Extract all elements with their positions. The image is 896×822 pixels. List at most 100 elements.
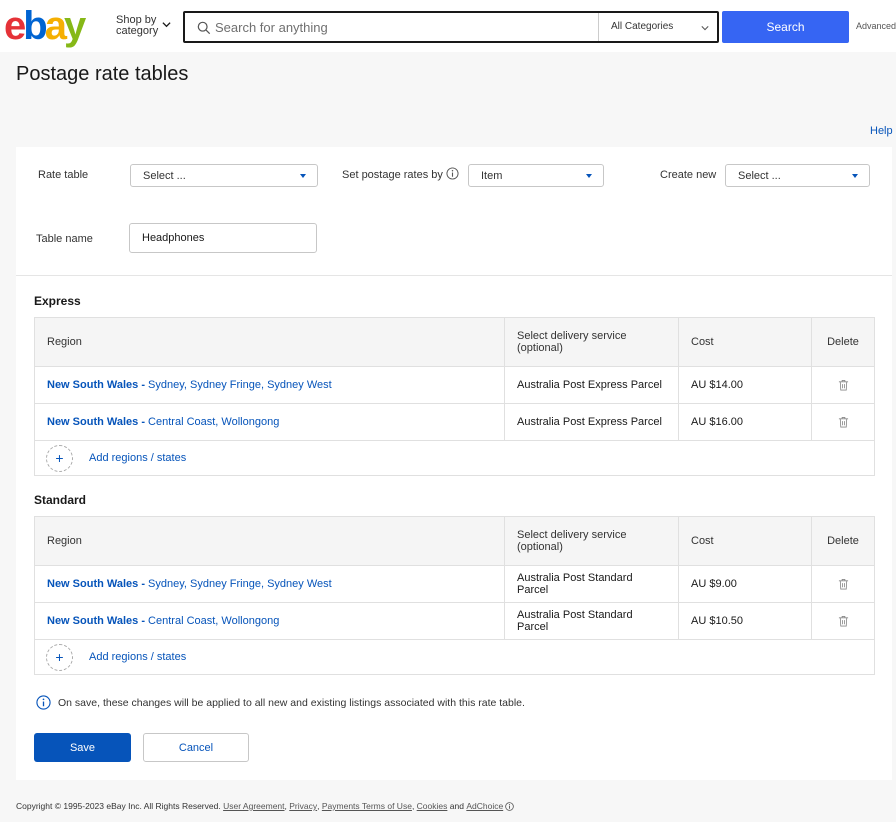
create-new-value: Select ... [738,170,781,182]
trash-icon[interactable] [838,578,849,590]
create-new-label: Create new [660,169,717,181]
info-icon[interactable] [446,167,459,180]
shop-by-line2: category [116,25,159,37]
express-rates-table: Region Select delivery service (optional)… [34,317,875,476]
ebay-logo[interactable]: ebay [4,6,86,46]
help-link[interactable]: Help [870,125,893,137]
user-agreement-link[interactable]: User Agreement [223,801,284,811]
add-regions-cell: + Add regions / states [34,639,875,675]
rate-table-label: Rate table [38,169,89,181]
trash-icon[interactable] [838,416,849,428]
cost-cell: AU $9.00 [678,565,812,603]
footer: Copyright © 1995-2023 eBay Inc. All Righ… [16,801,514,811]
search-button[interactable]: Search [722,11,849,43]
service-cell: Australia Post Express Parcel [504,403,679,441]
delete-cell [811,403,875,441]
standard-section-title: Standard [34,493,87,507]
delete-cell [811,602,875,640]
trash-icon[interactable] [838,379,849,391]
shop-by-category-button[interactable]: Shop by category [116,15,158,37]
delete-cell [811,565,875,603]
table-row: New South Wales - Central Coast, Wollong… [34,403,875,441]
info-icon [36,695,51,710]
set-rates-value: Item [481,170,503,182]
add-regions-label[interactable]: Add regions / states [89,452,186,464]
service-column-header: Select delivery service (optional) [504,317,679,367]
express-section-title: Express [34,294,81,308]
table-row: New South Wales - Sydney, Sydney Fringe,… [34,565,875,603]
caret-down-icon [300,174,306,178]
region-link[interactable]: New South Wales - Central Coast, Wollong… [47,615,279,627]
region-link[interactable]: New South Wales - Central Coast, Wollong… [47,416,279,428]
service-column-header: Select delivery service (optional) [504,516,679,566]
add-regions-label[interactable]: Add regions / states [89,651,186,663]
region-state: New South Wales - [47,615,145,627]
plus-icon[interactable]: + [46,643,73,671]
rate-table-select[interactable]: Select ... [130,164,318,187]
region-link[interactable]: New South Wales - Sydney, Sydney Fringe,… [47,379,332,391]
standard-rates-table: Region Select delivery service (optional)… [34,516,875,675]
plus-icon[interactable]: + [46,444,73,472]
caret-down-icon [852,174,858,178]
region-areas: Central Coast, Wollongong [145,416,280,428]
table-name-label: Table name [36,233,93,245]
region-column-header: Region [34,516,505,566]
divider [16,275,892,276]
and-text: and [449,801,464,811]
region-column-header: Region [34,317,505,367]
add-regions-row: + Add regions / states [34,639,875,675]
table-header-row: Region Select delivery service (optional)… [34,317,875,367]
add-regions-button[interactable]: + Add regions / states [46,643,862,671]
service-header-line1: Select delivery service [517,529,627,541]
create-new-select[interactable]: Select ... [725,164,870,187]
category-value: All Categories [611,21,674,32]
set-rates-select[interactable]: Item [468,164,604,187]
advanced-search-link[interactable]: Advanced [856,21,896,31]
trash-icon[interactable] [838,615,849,627]
region-link[interactable]: New South Wales - Sydney, Sydney Fringe,… [47,578,332,590]
region-state: New South Wales - [47,578,145,590]
region-cell: New South Wales - Central Coast, Wollong… [34,403,505,441]
save-button[interactable]: Save [34,733,131,762]
category-select[interactable]: All Categories [598,13,719,41]
table-name-input[interactable] [129,223,317,253]
privacy-link[interactable]: Privacy [289,801,317,811]
set-rates-label: Set postage rates by [342,169,443,181]
cost-cell: AU $10.50 [678,602,812,640]
copyright-text: Copyright © 1995-2023 eBay Inc. All Righ… [16,801,221,811]
cancel-button[interactable]: Cancel [143,733,249,762]
cookies-link[interactable]: Cookies [417,801,448,811]
service-header-line2: (optional) [517,342,563,354]
add-regions-row: + Add regions / states [34,440,875,476]
service-cell: Australia Post Express Parcel [504,366,679,404]
table-header-row: Region Select delivery service (optional)… [34,516,875,566]
header: ebay Shop by category All Categories Sea… [0,0,896,52]
region-cell: New South Wales - Sydney, Sydney Fringe,… [34,565,505,603]
delete-column-header: Delete [811,516,875,566]
region-areas: Sydney, Sydney Fringe, Sydney West [145,379,332,391]
notice-text: On save, these changes will be applied t… [58,696,525,709]
search-bar: All Categories [183,11,719,43]
region-areas: Central Coast, Wollongong [145,615,280,627]
region-cell: New South Wales - Sydney, Sydney Fringe,… [34,366,505,404]
adchoice-link[interactable]: AdChoice [466,801,503,811]
table-row: New South Wales - Central Coast, Wollong… [34,602,875,640]
adchoice-icon[interactable] [505,801,514,811]
cost-column-header: Cost [678,317,812,367]
rate-table-value: Select ... [143,170,186,182]
rate-table-card: Rate table Select ... Set postage rates … [16,147,892,780]
chevron-down-icon[interactable] [162,20,171,29]
region-cell: New South Wales - Central Coast, Wollong… [34,602,505,640]
save-notice: On save, these changes will be applied t… [36,695,525,710]
region-state: New South Wales - [47,416,145,428]
caret-down-icon [586,174,592,178]
delete-cell [811,366,875,404]
chevron-down-icon [701,26,709,31]
search-input[interactable] [215,13,595,41]
service-header-line1: Select delivery service [517,330,627,342]
service-cell: Australia Post Standard Parcel [504,565,679,603]
service-cell: Australia Post Standard Parcel [504,602,679,640]
add-regions-button[interactable]: + Add regions / states [46,444,862,472]
search-icon [197,21,211,35]
payments-terms-link[interactable]: Payments Terms of Use [322,801,412,811]
